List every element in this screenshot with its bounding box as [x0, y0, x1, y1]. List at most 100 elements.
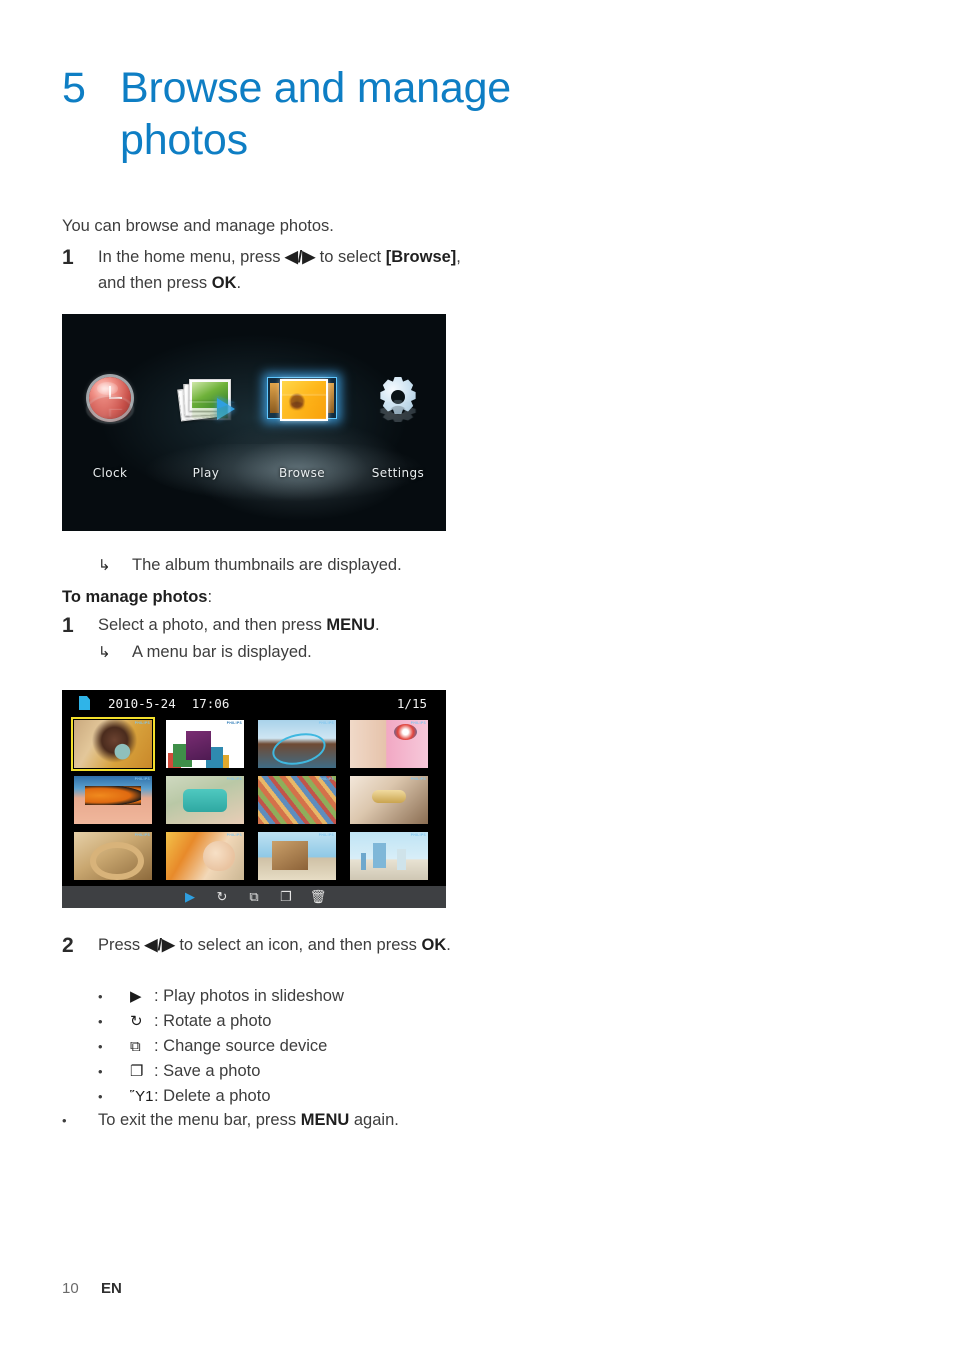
- watermark-label: PHILIPS: [134, 833, 150, 837]
- thumbnail-girl-in-sunlight[interactable]: PHILIPS: [166, 832, 244, 880]
- thumbnail-row: PHILIPS PHILIPS PHILIPS PHILIPS: [74, 828, 434, 884]
- manage-step-1-text-b: .: [375, 616, 380, 634]
- screenshot-thumbnail-grid: 2010-5-24 17:06 1/15 PHILIPS PHILIPS PHI…: [62, 690, 446, 908]
- thumbnail-stilt-house-beach[interactable]: PHILIPS: [258, 832, 336, 880]
- thumbnail-crowd-festival[interactable]: PHILIPS: [258, 776, 336, 824]
- bullet: •: [98, 1064, 103, 1079]
- thumbnail-row: PHILIPS PHILIPS PHILIPS PHILIPS: [74, 772, 434, 828]
- watermark-label: PHILIPS: [226, 721, 242, 725]
- manage-step-1: 1 Select a photo, and then press MENU.: [62, 613, 472, 639]
- thumbnail-girl-with-green-gloves[interactable]: PHILIPS: [166, 776, 244, 824]
- clock-icon-reflection: [62, 396, 158, 422]
- manage-step-1-key: MENU: [326, 616, 375, 634]
- step-1: 1 In the home menu, press ◀/▶ to select …: [62, 245, 462, 296]
- trash-icon: Ὕ1: [130, 1088, 154, 1105]
- result-arrow-icon-2: ↳: [98, 644, 111, 661]
- step-2: 2 Press ◀/▶ to select an icon, and then …: [62, 933, 462, 959]
- bullet: •: [98, 1014, 103, 1029]
- home-item-play[interactable]: Play: [158, 314, 254, 531]
- thumbnail-pretzels[interactable]: PHILIPS: [74, 832, 152, 880]
- exit-note-text-a: To exit the menu bar, press: [98, 1111, 301, 1129]
- page-number: 10: [62, 1280, 79, 1297]
- browse-icon-reflection: [254, 394, 350, 422]
- thumbnail-gift-boxes[interactable]: PHILIPS: [166, 720, 244, 768]
- step-1-target: [Browse]: [385, 248, 457, 266]
- list-item-label: : Rotate a photo: [154, 1012, 272, 1030]
- thumbnail-butterfly-on-hand[interactable]: PHILIPS: [74, 776, 152, 824]
- grid-time: 17:06: [191, 695, 230, 711]
- watermark-label: PHILIPS: [226, 777, 242, 781]
- watermark-label: PHILIPS: [318, 833, 334, 837]
- subheading-to-manage-photos: To manage photos:: [62, 585, 212, 610]
- rotate-icon[interactable]: ↻: [206, 886, 238, 908]
- home-item-browse[interactable]: Browse: [254, 314, 350, 531]
- home-item-label-browse: Browse: [278, 466, 326, 480]
- copy-save-icon[interactable]: ❐: [270, 886, 302, 908]
- home-item-settings[interactable]: Settings: [350, 314, 446, 531]
- result-arrow-icon: ↳: [98, 557, 111, 574]
- watermark-label: PHILIPS: [318, 777, 334, 781]
- home-item-label-clock: Clock: [92, 466, 128, 480]
- step-2-text-c: .: [446, 936, 451, 954]
- watermark-label: PHILIPS: [318, 721, 334, 725]
- list-item: • ⧉ : Change source device: [98, 1034, 498, 1059]
- grid-date: 2010-5-24: [108, 695, 176, 711]
- slideshow-icon[interactable]: ▶: [174, 886, 206, 908]
- page-title: 5 Browse and manage photos: [62, 62, 582, 166]
- list-item: • ▶ : Play photos in slideshow: [98, 984, 498, 1009]
- list-item-label: : Delete a photo: [154, 1087, 271, 1105]
- source-device-icon[interactable]: ⧉: [238, 886, 270, 908]
- watermark-label: PHILIPS: [410, 721, 426, 725]
- page-footer: 10 EN: [62, 1280, 122, 1297]
- subheading-bold: To manage photos: [62, 588, 208, 606]
- exit-note-text: To exit the menu bar, press MENU again.: [98, 1108, 399, 1133]
- menu-icon-legend-list: • ▶ : Play photos in slideshow • ↻ : Rot…: [98, 984, 498, 1109]
- list-item-label: : Save a photo: [154, 1062, 261, 1080]
- intro-paragraph: You can browse and manage photos.: [62, 217, 334, 235]
- manage-step-1-text: Select a photo, and then press MENU.: [98, 613, 472, 639]
- step-2-text-b: to select an icon, and then press: [174, 936, 422, 954]
- gear-icon-reflection: [350, 404, 446, 422]
- thumbnail-woman-with-puppy[interactable]: PHILIPS: [350, 720, 428, 768]
- rotate-icon: ↻: [130, 1013, 143, 1030]
- screenshot-home-menu: Clock Play Browse Settings: [62, 314, 446, 531]
- list-item-label: : Play photos in slideshow: [154, 987, 344, 1005]
- watermark-label: PHILIPS: [410, 833, 426, 837]
- grid-top-bar: 2010-5-24 17:06 1/15: [62, 690, 446, 716]
- chapter-title: Browse and manage photos: [120, 64, 512, 164]
- thumbnail-pool-party-hula-hoop[interactable]: PHILIPS: [258, 720, 336, 768]
- thumbnail-grid: PHILIPS PHILIPS PHILIPS PHILIPS PHILIPS …: [62, 716, 446, 886]
- step-2-number: 2: [62, 934, 74, 957]
- nav-arrows-glyph-2: ◀/▶: [144, 936, 175, 954]
- language-code: EN: [101, 1280, 122, 1297]
- device-menu-bar: ▶ ↻ ⧉ ❐ 🗑: [62, 886, 446, 908]
- exit-note-text-b: again.: [349, 1111, 399, 1129]
- result-album-thumbnails: ↳ The album thumbnails are displayed.: [62, 553, 482, 578]
- manage-step-1-text-a: Select a photo, and then press: [98, 616, 327, 634]
- step-2-text: Press ◀/▶ to select an icon, and then pr…: [98, 933, 462, 959]
- nav-arrows-glyph: ◀/▶: [285, 248, 316, 266]
- bullet: •: [98, 989, 103, 1004]
- grid-counter: 1/15: [396, 695, 427, 711]
- bullet: •: [98, 1089, 103, 1104]
- result-menu-bar: ↳ A menu bar is displayed.: [98, 640, 312, 665]
- manage-step-1-number: 1: [62, 614, 74, 637]
- thumbnail-woman-drinking-coffee[interactable]: PHILIPS: [71, 717, 155, 771]
- step-2-key: OK: [421, 936, 447, 954]
- watermark-label: PHILIPS: [226, 833, 242, 837]
- watermark-label: PHILIPS: [134, 721, 150, 725]
- chapter-number: 5: [62, 64, 86, 112]
- bullet: •: [62, 1113, 67, 1128]
- step-1-key: OK: [211, 273, 237, 292]
- list-item: • Ὕ1 : Delete a photo: [98, 1084, 498, 1109]
- home-item-label-play: Play: [192, 466, 220, 480]
- delete-icon[interactable]: 🗑: [302, 886, 334, 908]
- step-1-text-b: to select: [315, 248, 386, 266]
- thumbnail-carnival-masks[interactable]: PHILIPS: [350, 776, 428, 824]
- list-item-label: : Change source device: [154, 1037, 328, 1055]
- file-icon: [79, 696, 90, 710]
- thumbnail-children-on-beach[interactable]: PHILIPS: [350, 832, 428, 880]
- home-item-clock[interactable]: Clock: [62, 314, 158, 531]
- save-icon: ❐: [130, 1063, 144, 1080]
- list-item: • ↻ : Rotate a photo: [98, 1009, 498, 1034]
